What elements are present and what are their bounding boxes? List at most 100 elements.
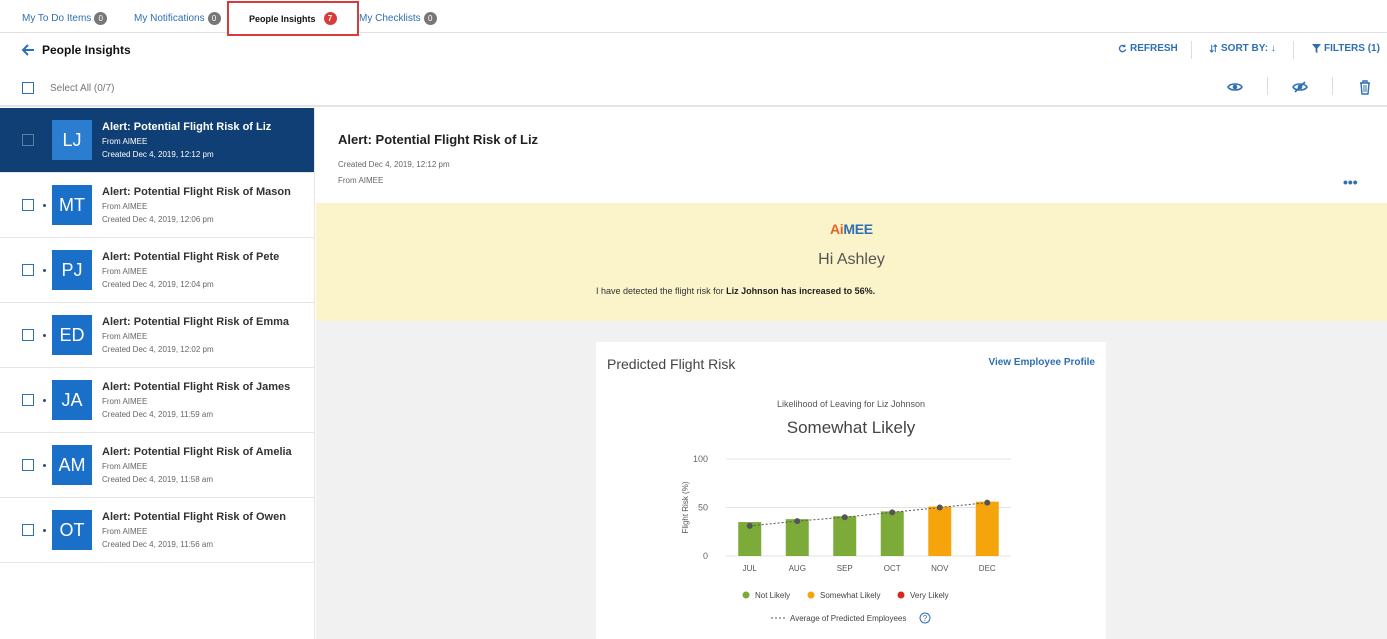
card-title: Predicted Flight Risk: [607, 356, 736, 372]
avatar: ED: [52, 315, 92, 355]
filters-label: FILTERS (1): [1324, 43, 1380, 54]
item-checkbox[interactable]: [22, 329, 34, 341]
avatar: AM: [52, 445, 92, 485]
divider: [1191, 41, 1192, 59]
list-item[interactable]: ED Alert: Potential Flight Risk of Emma …: [0, 303, 314, 368]
detail-title: Alert: Potential Flight Risk of Liz: [338, 132, 539, 147]
tab-label: My To Do Items: [22, 12, 92, 24]
refresh-label: REFRESH: [1130, 43, 1178, 54]
tab-my-checklists[interactable]: My Checklists 0: [359, 0, 437, 36]
item-title: Alert: Potential Flight Risk of Liz: [102, 121, 272, 133]
avatar: LJ: [52, 120, 92, 160]
item-title: Alert: Potential Flight Risk of Owen: [102, 511, 286, 523]
legend-label: Somewhat Likely: [820, 591, 880, 600]
alert-list: LJ Alert: Potential Flight Risk of Liz F…: [0, 108, 315, 639]
legend-swatch: [807, 591, 815, 599]
item-checkbox[interactable]: [22, 524, 34, 536]
page-header: People Insights REFRESH SORT BY: ↓ FILTE…: [0, 33, 1387, 67]
item-checkbox[interactable]: [22, 264, 34, 276]
detail-pane: Alert: Potential Flight Risk of Liz Crea…: [316, 108, 1387, 639]
item-title: Alert: Potential Flight Risk of Emma: [102, 316, 290, 328]
unread-dot: [43, 269, 46, 272]
sort-label: SORT BY: ↓: [1221, 43, 1276, 54]
unread-dot: [43, 464, 46, 467]
item-from: From AIMEE: [102, 267, 148, 276]
bar: [975, 501, 999, 556]
y-tick-label: 0: [703, 551, 708, 561]
avatar: PJ: [52, 250, 92, 290]
legend-swatch: [742, 591, 750, 599]
average-point: [984, 499, 991, 506]
item-created: Created Dec 4, 2019, 11:59 am: [102, 410, 214, 419]
average-point: [841, 514, 848, 521]
average-line: [749, 502, 988, 527]
unread-dot: [43, 399, 46, 402]
sort-button[interactable]: SORT BY: ↓: [1209, 43, 1276, 54]
list-item[interactable]: LJ Alert: Potential Flight Risk of Liz F…: [0, 108, 314, 173]
divider: [1293, 41, 1294, 59]
detail-header: Alert: Potential Flight Risk of Liz Crea…: [316, 108, 1387, 203]
count-badge: 0: [94, 11, 108, 25]
count-badge: 0: [207, 11, 221, 25]
item-checkbox[interactable]: [22, 459, 34, 471]
item-checkbox[interactable]: [22, 134, 34, 146]
item-checkbox[interactable]: [22, 394, 34, 406]
unread-dot: [43, 529, 46, 532]
item-from: From AIMEE: [102, 397, 148, 406]
detail-from: From AIMEE: [338, 176, 384, 185]
back-arrow-icon[interactable]: [20, 42, 36, 58]
list-item[interactable]: OT Alert: Potential Flight Risk of Owen …: [0, 498, 314, 563]
y-tick-label: 100: [693, 454, 708, 464]
tab-people-insights[interactable]: People Insights 7: [227, 1, 359, 36]
flight-risk-card: Predicted Flight Risk View Employee Prof…: [596, 342, 1106, 639]
list-item[interactable]: MT Alert: Potential Flight Risk of Mason…: [0, 173, 314, 238]
bar: [833, 516, 857, 556]
x-tick-label: OCT: [884, 564, 901, 573]
count-badge: 0: [423, 11, 437, 25]
refresh-icon: [1118, 44, 1127, 53]
detail-created: Created Dec 4, 2019, 12:12 pm: [338, 160, 450, 169]
view-employee-profile-link[interactable]: View Employee Profile: [988, 357, 1095, 368]
item-created: Created Dec 4, 2019, 12:04 pm: [102, 280, 214, 289]
bar: [928, 506, 952, 556]
tab-my-to-do-items[interactable]: My To Do Items 0: [22, 0, 108, 36]
item-created: Created Dec 4, 2019, 12:12 pm: [102, 150, 214, 159]
mark-read-eye-icon[interactable]: [1227, 79, 1243, 95]
item-title: Alert: Potential Flight Risk of Mason: [102, 186, 291, 198]
x-tick-label: AUG: [789, 564, 806, 573]
list-item[interactable]: PJ Alert: Potential Flight Risk of Pete …: [0, 238, 314, 303]
greeting: Hi Ashley: [818, 251, 885, 268]
legend-swatch: [897, 591, 905, 599]
avatar: MT: [52, 185, 92, 225]
list-item[interactable]: AM Alert: Potential Flight Risk of Ameli…: [0, 433, 314, 498]
item-created: Created Dec 4, 2019, 12:06 pm: [102, 215, 214, 224]
item-checkbox[interactable]: [22, 199, 34, 211]
unread-dot: [43, 139, 46, 142]
legend-label: Not Likely: [755, 591, 790, 600]
average-point: [746, 522, 753, 529]
unread-dot: [43, 334, 46, 337]
trash-icon[interactable]: [1357, 79, 1373, 95]
item-from: From AIMEE: [102, 332, 148, 341]
item-from: From AIMEE: [102, 137, 148, 146]
select-all-label: Select All (0/7): [50, 83, 115, 94]
filters-button[interactable]: FILTERS (1): [1312, 43, 1380, 54]
refresh-button[interactable]: REFRESH: [1118, 43, 1178, 54]
list-item[interactable]: JA Alert: Potential Flight Risk of James…: [0, 368, 314, 433]
x-tick-label: DEC: [979, 564, 996, 573]
bar: [785, 519, 809, 556]
sort-icon: [1209, 44, 1218, 53]
avatar: OT: [52, 510, 92, 550]
more-options-icon[interactable]: •••: [1343, 174, 1358, 190]
unread-dot: [43, 204, 46, 207]
filter-icon: [1312, 44, 1321, 53]
item-created: Created Dec 4, 2019, 12:02 pm: [102, 345, 214, 354]
item-from: From AIMEE: [102, 462, 148, 471]
mark-unread-eye-off-icon[interactable]: [1292, 79, 1308, 95]
tab-my-notifications[interactable]: My Notifications 0: [134, 0, 221, 36]
help-icon-glyph: ?: [923, 614, 928, 623]
select-all-checkbox[interactable]: [22, 82, 34, 94]
page-title: People Insights: [42, 43, 131, 57]
y-tick-label: 50: [698, 503, 708, 513]
tab-bar: My To Do Items 0 My Notifications 0 Peop…: [0, 0, 1387, 36]
